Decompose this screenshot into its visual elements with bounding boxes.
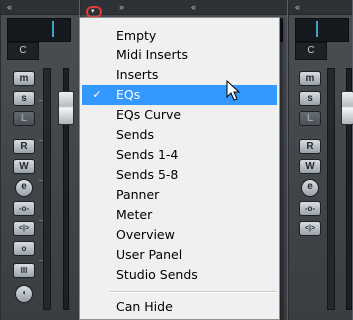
write-button[interactable]: W bbox=[13, 159, 35, 174]
menu-item-sends-5-8[interactable]: Sends 5-8 bbox=[82, 165, 277, 185]
channel-header: « bbox=[289, 0, 352, 15]
solo-button[interactable]: s bbox=[13, 91, 35, 106]
rack-view-menu: Empty Midi Inserts Inserts ✓ EQs EQs Cur… bbox=[79, 17, 280, 320]
collapse-icon[interactable]: » bbox=[119, 3, 127, 12]
mouse-pointer-icon bbox=[226, 80, 241, 101]
volume-fader-handle[interactable] bbox=[58, 91, 74, 125]
menu-item-meter[interactable]: Meter bbox=[82, 205, 277, 225]
channel-display bbox=[295, 18, 349, 42]
mute-button[interactable]: m bbox=[13, 71, 35, 86]
monitor-icon[interactable]: ◖ bbox=[15, 285, 33, 303]
meter-button[interactable]: III bbox=[13, 263, 35, 278]
level-meter bbox=[327, 68, 335, 310]
menu-item-user-panel[interactable]: User Panel bbox=[82, 245, 277, 265]
channel-name-field[interactable]: C bbox=[295, 42, 327, 60]
chevron-down-icon: ▾ bbox=[91, 8, 95, 15]
channel-header: » « bbox=[81, 0, 287, 15]
mixer-channel-left: « C m s L R W e -o- <|> o III ◖ bbox=[0, 0, 80, 320]
bypass-inserts-button[interactable]: -o- bbox=[299, 201, 321, 216]
channel-header: « bbox=[1, 0, 79, 15]
listen-button[interactable]: L bbox=[299, 111, 321, 126]
menu-item-can-hide[interactable]: Can Hide bbox=[82, 297, 277, 317]
bypass-sends-button[interactable]: o bbox=[13, 241, 35, 256]
menu-item-eqs[interactable]: ✓ EQs bbox=[82, 85, 277, 105]
channel-name-field[interactable]: C bbox=[7, 42, 39, 60]
read-button[interactable]: R bbox=[13, 139, 35, 154]
mute-button[interactable]: m bbox=[299, 71, 321, 86]
menu-item-sends-1-4[interactable]: Sends 1-4 bbox=[82, 145, 277, 165]
solo-button[interactable]: s bbox=[299, 91, 321, 106]
edit-channel-icon[interactable]: e bbox=[15, 179, 33, 197]
channel-display bbox=[7, 18, 71, 42]
menu-item-sends[interactable]: Sends bbox=[82, 125, 277, 145]
bypass-eq-button[interactable]: <|> bbox=[299, 221, 321, 236]
menu-item-eqs-curve[interactable]: EQs Curve bbox=[82, 105, 277, 125]
collapse-icon[interactable]: « bbox=[295, 3, 303, 12]
bypass-eq-button[interactable]: <|> bbox=[13, 221, 35, 236]
level-meter bbox=[43, 68, 51, 310]
listen-button[interactable]: L bbox=[13, 111, 35, 126]
write-button[interactable]: W bbox=[299, 159, 321, 174]
menu-separator bbox=[110, 291, 276, 293]
checkmark-icon: ✓ bbox=[92, 88, 102, 101]
mixer-channel-right: « C m s L R W e -o- <|> bbox=[288, 0, 353, 320]
menu-item-panner[interactable]: Panner bbox=[82, 185, 277, 205]
collapse-left-icon[interactable]: « bbox=[7, 3, 15, 12]
menu-item-inserts[interactable]: Inserts bbox=[82, 65, 277, 85]
menu-item-empty[interactable]: Empty bbox=[82, 26, 277, 46]
read-button[interactable]: R bbox=[299, 139, 321, 154]
menu-item-studio-sends[interactable]: Studio Sends bbox=[82, 265, 277, 285]
collapse-icon[interactable]: « bbox=[191, 3, 199, 12]
bypass-inserts-button[interactable]: -o- bbox=[13, 201, 35, 216]
edit-channel-icon[interactable]: e bbox=[301, 179, 319, 197]
volume-fader-handle[interactable] bbox=[341, 91, 353, 125]
menu-item-midi-inserts[interactable]: Midi Inserts bbox=[82, 45, 277, 65]
menu-item-overview[interactable]: Overview bbox=[82, 225, 277, 245]
